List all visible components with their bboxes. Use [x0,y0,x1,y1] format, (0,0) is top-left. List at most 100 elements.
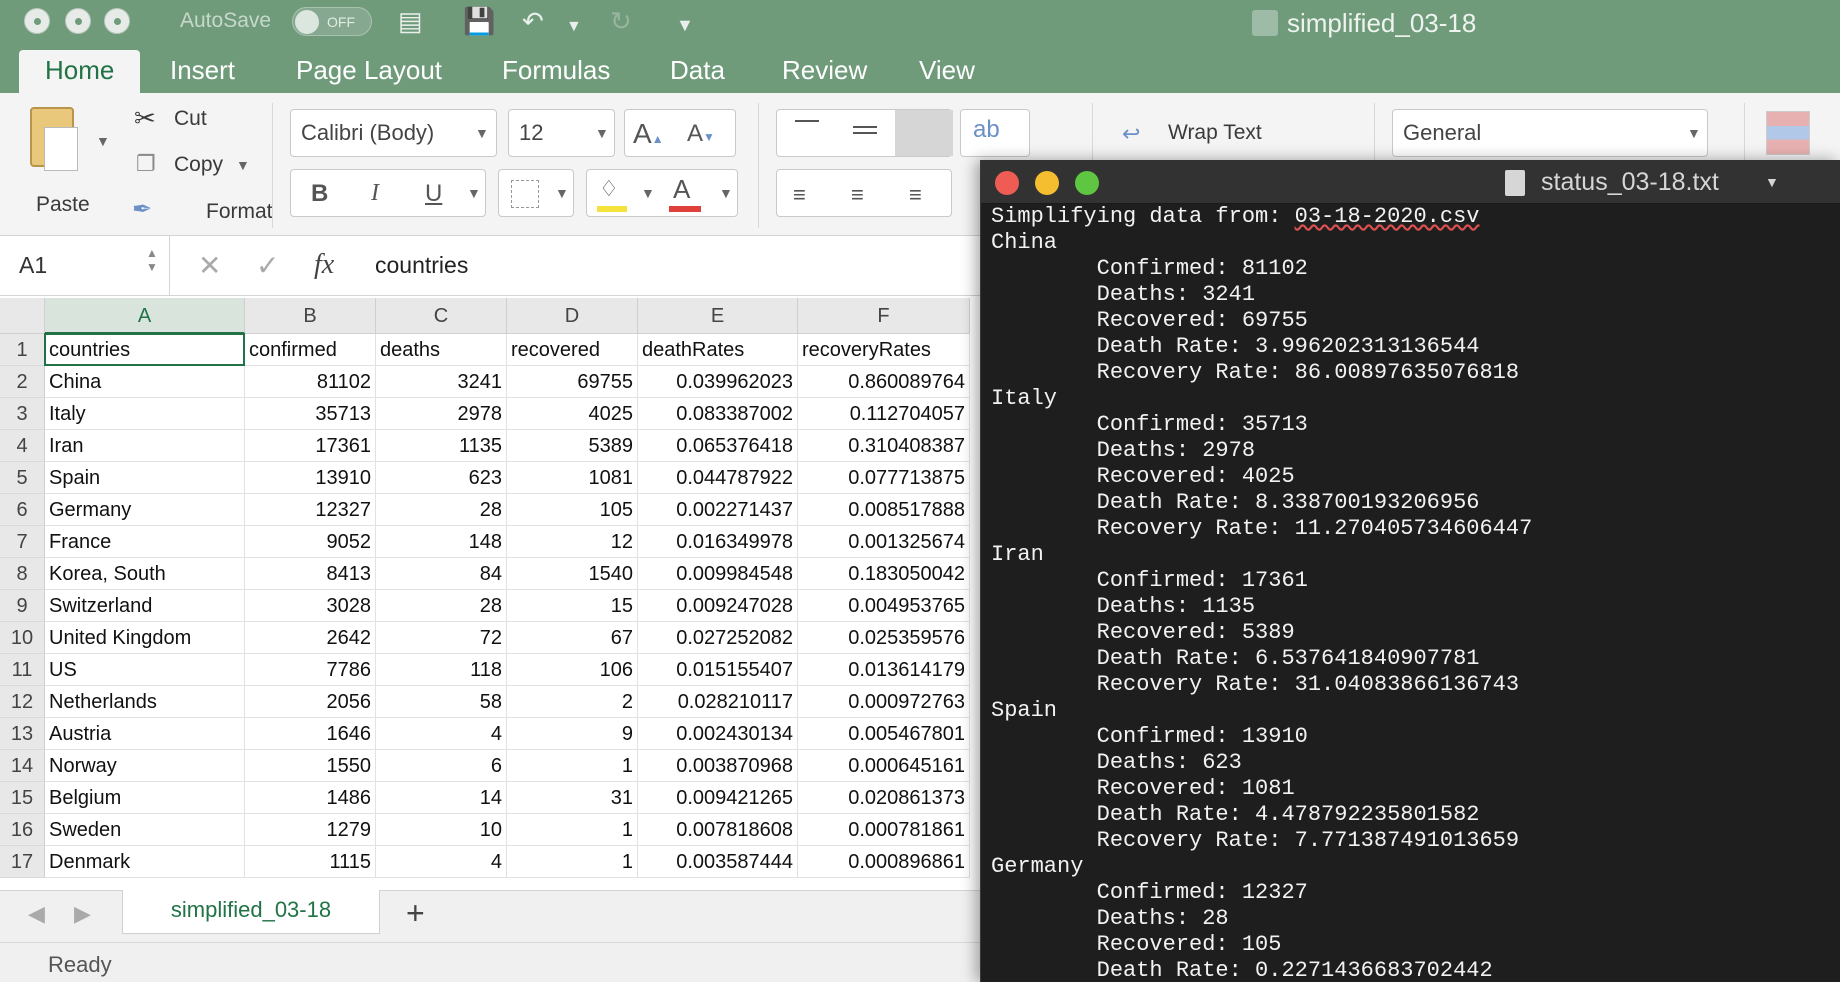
table-cell[interactable]: 1 [507,846,638,878]
table-cell[interactable]: United Kingdom [45,622,245,654]
fill-dropdown-icon[interactable]: ▼ [641,185,655,201]
table-cell[interactable]: 0.004953765 [798,590,970,622]
table-cell[interactable]: 0.027252082 [638,622,798,654]
table-cell[interactable]: 15 [507,590,638,622]
italic-button[interactable]: I [371,180,379,207]
table-cell[interactable]: 1279 [245,814,376,846]
text-content[interactable]: Simplifying data from: 03-18-2020.csv Chi… [991,204,1840,982]
table-cell[interactable]: Netherlands [45,686,245,718]
tab-data[interactable]: Data [644,50,751,93]
copy-dropdown-icon[interactable]: ▼ [236,157,250,173]
column-header-e[interactable]: E [638,298,798,334]
table-cell[interactable]: 0.077713875 [798,462,970,494]
table-cell[interactable]: 0.009421265 [638,782,798,814]
conditional-formatting-icon[interactable] [1766,111,1810,155]
table-cell[interactable]: 69755 [507,366,638,398]
table-cell[interactable]: 2 [507,686,638,718]
next-sheet-icon[interactable]: ▶ [74,901,91,927]
table-cell[interactable]: 7786 [245,654,376,686]
cut-button[interactable]: Cut [174,107,207,131]
table-cell[interactable]: 9 [507,718,638,750]
table-cell[interactable]: 17361 [245,430,376,462]
close-window-button[interactable] [995,171,1019,195]
row-header[interactable]: 2 [0,366,45,398]
sidebar-toggle-icon[interactable]: ▤ [398,6,423,36]
table-cell[interactable]: 0.310408387 [798,430,970,462]
confirm-icon[interactable]: ✓ [256,249,279,282]
column-header-f[interactable]: F [798,298,970,334]
underline-dropdown-icon[interactable]: ▼ [467,185,481,201]
table-cell[interactable]: 105 [507,494,638,526]
table-cell[interactable]: 81102 [245,366,376,398]
header-cell[interactable]: deathRates [638,334,798,366]
table-cell[interactable]: 0.005467801 [798,718,970,750]
minimize-window-button[interactable] [1035,171,1059,195]
table-cell[interactable]: 118 [376,654,507,686]
table-cell[interactable]: 9052 [245,526,376,558]
row-header[interactable]: 7 [0,526,45,558]
header-cell[interactable]: recovered [507,334,638,366]
table-cell[interactable]: 0.002271437 [638,494,798,526]
orientation-button[interactable]: ab [960,109,1030,157]
chevron-down-icon[interactable]: ▼ [1765,174,1779,190]
align-center-icon[interactable]: ≡ [851,182,864,208]
table-cell[interactable]: 0.000645161 [798,750,970,782]
table-cell[interactable]: Denmark [45,846,245,878]
row-header[interactable]: 13 [0,718,45,750]
column-header-d[interactable]: D [507,298,638,334]
shrink-font-icon[interactable]: A▼ [687,120,715,148]
name-box[interactable]: A1 ▲ ▼ [0,236,170,296]
table-cell[interactable]: France [45,526,245,558]
tab-page-layout[interactable]: Page Layout [270,50,468,93]
paste-button[interactable]: Paste [22,105,102,216]
table-cell[interactable]: 10 [376,814,507,846]
table-cell[interactable]: 0.003587444 [638,846,798,878]
format-painter-button[interactable]: Format [206,200,273,224]
cancel-icon[interactable]: ✕ [198,249,221,282]
tab-review[interactable]: Review [756,50,893,93]
add-sheet-button[interactable]: + [406,895,425,932]
table-cell[interactable]: 1135 [376,430,507,462]
paste-dropdown-icon[interactable]: ▼ [96,133,110,149]
table-cell[interactable]: 67 [507,622,638,654]
table-cell[interactable]: Germany [45,494,245,526]
table-cell[interactable]: 3241 [376,366,507,398]
table-cell[interactable]: 2056 [245,686,376,718]
table-cell[interactable]: 4 [376,846,507,878]
save-icon[interactable]: 💾 [463,6,495,36]
table-cell[interactable]: 1081 [507,462,638,494]
row-header[interactable]: 11 [0,654,45,686]
table-cell[interactable]: 0.001325674 [798,526,970,558]
table-cell[interactable]: 13910 [245,462,376,494]
table-cell[interactable]: 12327 [245,494,376,526]
align-middle-icon[interactable] [853,126,877,134]
minimize-window-button[interactable] [65,8,91,34]
table-cell[interactable]: 0.008517888 [798,494,970,526]
undo-icon[interactable]: ↶ [522,6,544,36]
column-header-a[interactable]: A [45,298,245,334]
table-cell[interactable]: 106 [507,654,638,686]
table-cell[interactable]: Switzerland [45,590,245,622]
table-cell[interactable]: 0.020861373 [798,782,970,814]
fill-color-icon[interactable]: ♢ [599,176,619,202]
table-cell[interactable]: 1 [507,750,638,782]
table-cell[interactable]: 14 [376,782,507,814]
row-header[interactable]: 3 [0,398,45,430]
font-name-select[interactable]: Calibri (Body) ▼ [290,109,497,157]
table-cell[interactable]: 0.009247028 [638,590,798,622]
table-cell[interactable]: 0.000972763 [798,686,970,718]
row-header[interactable]: 10 [0,622,45,654]
row-header[interactable]: 17 [0,846,45,878]
table-cell[interactable]: 0.083387002 [638,398,798,430]
tab-formulas[interactable]: Formulas [476,50,636,93]
table-cell[interactable]: 4025 [507,398,638,430]
worksheet-grid[interactable]: A B C D E F 1 countries confirmed deaths recovered… [0,298,980,890]
column-header-c[interactable]: C [376,298,507,334]
table-cell[interactable]: Iran [45,430,245,462]
table-cell[interactable]: 2642 [245,622,376,654]
borders-button[interactable]: ▼ [498,169,574,217]
table-cell[interactable]: 0.065376418 [638,430,798,462]
table-cell[interactable]: 0.000896861 [798,846,970,878]
table-cell[interactable]: US [45,654,245,686]
table-cell[interactable]: 84 [376,558,507,590]
